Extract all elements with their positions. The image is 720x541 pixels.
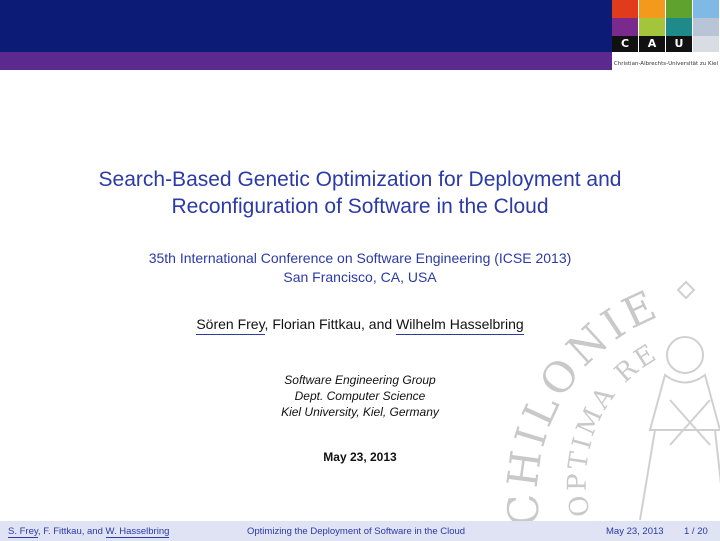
logo-letter-a: A [639, 36, 665, 52]
footer-title: Optimizing the Deployment of Software in… [247, 526, 466, 537]
logo-square [612, 0, 638, 18]
footer-author-link-hasselbring[interactable]: W. Hasselbring [105, 526, 170, 538]
author-separator: , Florian Fittkau, and [264, 316, 397, 332]
logo-square [666, 18, 692, 36]
author-link-hasselbring[interactable]: Wilhelm Hasselbring [396, 316, 524, 335]
footer-author-link-frey[interactable]: S. Frey [8, 526, 38, 538]
institution-dept: Dept. Computer Science [294, 389, 426, 403]
title-line: Reconfiguration of Software in the Cloud [171, 195, 549, 218]
logo-square [639, 0, 665, 18]
conference-name: 35th International Conference on Softwar… [148, 250, 572, 266]
logo-letter-c: C [612, 36, 638, 52]
institution-university: Kiel University, Kiel, Germany [281, 405, 439, 419]
footer-page-number: 1 / 20 [684, 526, 708, 537]
logo-square [693, 18, 719, 36]
logo-square [612, 18, 638, 36]
logo-square [693, 36, 719, 52]
conference-location: San Francisco, CA, USA [283, 269, 437, 285]
authors: Sören Frey, Florian Fittkau, and Wilhelm… [40, 316, 680, 335]
cau-logo: C A U [612, 0, 720, 70]
footer-author-separator: , F. Fittkau, and [37, 526, 106, 537]
institution-group: Software Engineering Group [284, 373, 436, 387]
logo-square [693, 0, 719, 18]
logo-letter-u: U [666, 36, 692, 52]
author-link-frey[interactable]: Sören Frey [196, 316, 265, 335]
institution: Software Engineering Group Dept. Compute… [40, 372, 680, 420]
conference-info: 35th International Conference on Softwar… [40, 249, 680, 287]
footer-authors: S. Frey, F. Fittkau, and W. Hasselbring [8, 526, 170, 538]
slide-title: Search-Based Genetic Optimization for De… [40, 166, 680, 220]
slide-date: May 23, 2013 [323, 450, 397, 464]
title-line: Search-Based Genetic Optimization for De… [98, 168, 622, 191]
logo-square [666, 0, 692, 18]
university-name: Christian-Albrechts-Universität zu Kiel [613, 61, 719, 67]
logo-square [639, 18, 665, 36]
footer-date: May 23, 2013 [606, 526, 664, 537]
footer-bar: S. Frey, F. Fittkau, and W. Hasselbring … [0, 521, 720, 541]
